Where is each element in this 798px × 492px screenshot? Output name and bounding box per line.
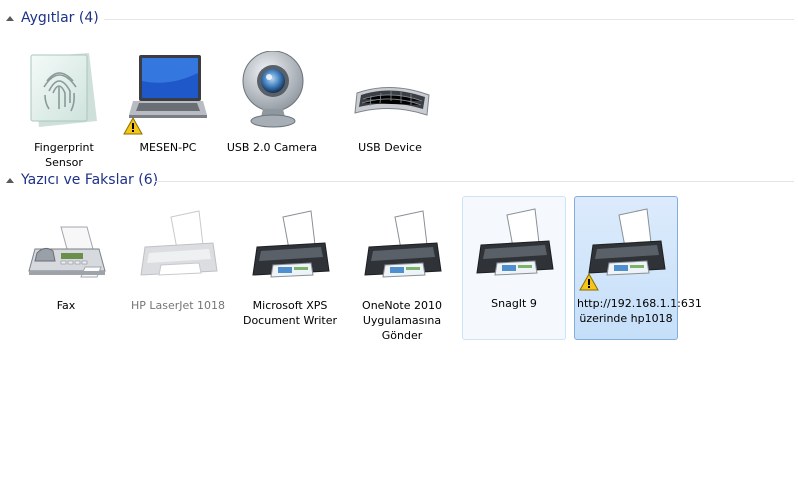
printer-icon [140, 210, 218, 276]
printer-fax[interactable]: Fax [14, 198, 118, 342]
device-usb-device[interactable]: USB Device [338, 40, 442, 184]
printer-icon [364, 210, 442, 278]
group-divider [155, 181, 794, 182]
warning-icon [123, 117, 143, 135]
item-label: Fax [56, 299, 76, 312]
item-label: SnagIt 9 [491, 297, 537, 310]
webcam-icon [242, 51, 304, 128]
item-label: Microsoft XPS Document Writer [242, 299, 338, 327]
item-label: USB Device [358, 141, 422, 154]
item-label: MESEN-PC [139, 141, 197, 154]
printer-hp-laserjet-1018[interactable]: HP LaserJet 1018 [126, 198, 230, 342]
printer-snagit-9[interactable]: SnagIt 9 [462, 196, 566, 340]
printer-onenote-2010[interactable]: OneNote 2010 Uygulamasına Gönder [350, 198, 454, 342]
printers-group-title[interactable]: Yazıcı ve Fakslar (6) [21, 172, 158, 188]
collapse-chevron-icon[interactable] [6, 16, 14, 21]
printer-icon [588, 208, 666, 276]
item-label: http://192.168.1.1:631 üzerinde hp1018 [577, 297, 702, 325]
printers-group-header[interactable]: Yazıcı ve Fakslar (6) [0, 171, 798, 193]
item-label: OneNote 2010 Uygulamasına Gönder [362, 299, 442, 342]
device-usb-camera[interactable]: USB 2.0 Camera [220, 40, 324, 184]
fingerprint-icon [30, 53, 97, 127]
warning-icon [579, 273, 599, 291]
item-label: Fingerprint Sensor [34, 141, 94, 169]
keyboard-icon [354, 86, 430, 116]
devices-group-title[interactable]: Aygıtlar (4) [21, 10, 99, 26]
device-mesen-pc[interactable]: MESEN-PC [116, 40, 220, 184]
item-label: HP LaserJet 1018 [130, 299, 226, 312]
printer-microsoft-xps[interactable]: Microsoft XPS Document Writer [238, 198, 342, 342]
fax-icon [28, 226, 106, 278]
collapse-chevron-icon[interactable] [6, 178, 14, 183]
device-fingerprint-sensor[interactable]: Fingerprint Sensor [12, 40, 116, 184]
group-divider [104, 19, 794, 20]
printer-hp1018-network[interactable]: http://192.168.1.1:631 üzerinde hp1018 [574, 196, 702, 340]
devices-group-header[interactable]: Aygıtlar (4) [0, 9, 798, 31]
printer-icon [476, 208, 554, 276]
printer-icon [252, 210, 330, 278]
item-label: USB 2.0 Camera [226, 141, 318, 154]
